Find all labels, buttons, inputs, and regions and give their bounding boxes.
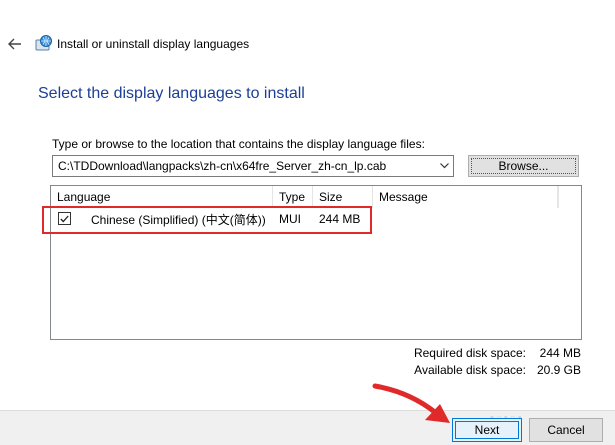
- language-size: 244 MB: [319, 212, 361, 226]
- back-button[interactable]: [4, 33, 26, 55]
- language-checkbox[interactable]: [58, 212, 71, 225]
- language-type: MUI: [279, 212, 301, 226]
- column-header-message[interactable]: Message: [373, 186, 558, 208]
- required-disk-value: 244 MB: [539, 346, 581, 360]
- column-header-type[interactable]: Type: [273, 186, 313, 208]
- footer-bar: [0, 410, 615, 445]
- language-settings-icon: [35, 35, 53, 53]
- cancel-button[interactable]: Cancel: [529, 418, 603, 442]
- default-button-ring: [455, 421, 519, 439]
- available-disk-label: Available disk space:: [414, 363, 526, 377]
- next-button[interactable]: Next: [452, 418, 522, 442]
- window-title: Install or uninstall display languages: [57, 37, 250, 51]
- focus-ring: [471, 158, 576, 174]
- language-name: Chinese (Simplified) (中文(简体)): [91, 212, 266, 227]
- checkmark-icon: [60, 215, 69, 222]
- required-disk-label: Required disk space:: [413, 346, 526, 360]
- back-arrow-icon: [8, 38, 21, 50]
- list-item[interactable]: Chinese (Simplified) (中文(简体)) MUI 244 MB: [51, 208, 373, 230]
- available-disk-value: 20.9 GB: [536, 363, 581, 377]
- cancel-button-label: Cancel: [547, 423, 585, 437]
- chevron-down-icon[interactable]: [435, 156, 453, 176]
- language-list[interactable]: Language Type Size Message Chinese (Simp…: [50, 185, 582, 340]
- page-heading: Select the display languages to install: [38, 85, 305, 102]
- column-header-language[interactable]: Language: [51, 186, 273, 208]
- path-input[interactable]: C:\TDDownload\langpacks\zh-cn\x64fre_Ser…: [53, 159, 435, 173]
- column-divider: [558, 186, 559, 208]
- path-label: Type or browse to the location that cont…: [52, 137, 425, 151]
- path-combobox[interactable]: C:\TDDownload\langpacks\zh-cn\x64fre_Ser…: [52, 155, 454, 177]
- column-header-size[interactable]: Size: [313, 186, 373, 208]
- browse-button[interactable]: Browse...: [468, 155, 579, 177]
